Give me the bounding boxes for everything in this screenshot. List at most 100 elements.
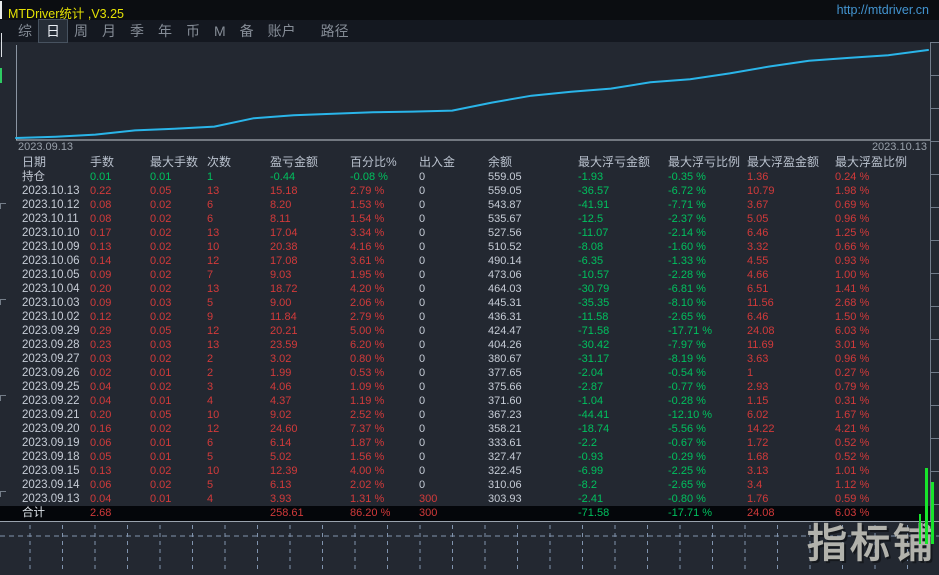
- menu-item-2[interactable]: 周: [67, 20, 95, 42]
- row-cell: 18.72: [270, 283, 298, 295]
- table-row[interactable]: 2023.10.04 0.20 0.02 13 18.72 4.20 % 0 464.03 -3…: [0, 282, 930, 296]
- title-bar: MTDriver统计 ,V3.25 http://mtdriver.cn: [0, 0, 939, 21]
- row-cell: -18.74: [578, 423, 610, 435]
- row-cell: -7.71 %: [668, 199, 706, 211]
- row-cell: -2.25 %: [668, 465, 706, 477]
- left-edge-tick: [0, 203, 6, 209]
- menu-item-3[interactable]: 月: [95, 20, 123, 42]
- position-row[interactable]: 持仓 0.01 0.01 1 -0.44 -0.08 % 0 559.05 -1.93 -0.35…: [0, 170, 930, 184]
- menu-item-6[interactable]: 币: [179, 20, 207, 42]
- row-date: 2023.09.14: [22, 479, 80, 491]
- table-row[interactable]: 2023.10.03 0.09 0.03 5 9.00 2.06 % 0 445.31 -35.…: [0, 296, 930, 310]
- row-cell: 6.02: [747, 409, 769, 421]
- table-row[interactable]: 2023.09.20 0.16 0.02 12 24.60 7.37 % 0 358.21 -1…: [0, 422, 930, 436]
- table-row[interactable]: 2023.10.02 0.12 0.02 9 11.84 2.79 % 0 436.31 -11…: [0, 310, 930, 324]
- row-cell: 0.02: [150, 479, 172, 491]
- table-row[interactable]: 2023.10.10 0.17 0.02 13 17.04 3.34 % 0 527.56 -1…: [0, 226, 930, 240]
- row-cell: 0.08: [90, 213, 112, 225]
- row-cell: 6.51: [747, 283, 769, 295]
- row-cell: 2.02 %: [350, 479, 385, 491]
- row-cell: 4.00 %: [350, 465, 385, 477]
- row-cell: -30.42: [578, 339, 610, 351]
- row-cell: 0.02: [150, 227, 172, 239]
- column-header-4[interactable]: 盈亏金额: [270, 155, 350, 170]
- row-cell: -2.28 %: [668, 269, 706, 281]
- column-header-0[interactable]: 日期: [22, 155, 90, 170]
- right-scale-rail[interactable]: [930, 42, 939, 521]
- row-cell: 9.02: [270, 409, 292, 421]
- menu-item-5[interactable]: 年: [151, 20, 179, 42]
- table-row[interactable]: 2023.10.13 0.22 0.05 13 15.18 2.79 % 0 559.05 -3…: [0, 184, 930, 198]
- menu-item-4[interactable]: 季: [123, 20, 151, 42]
- table-row[interactable]: 2023.09.22 0.04 0.01 4 4.37 1.19 % 0 371.60 -1.0…: [0, 394, 930, 408]
- row-cell: 17.08: [270, 255, 298, 267]
- row-cell: -8.10 %: [668, 297, 706, 309]
- column-header-9[interactable]: 最大浮亏比例: [668, 155, 747, 170]
- menu-item-7[interactable]: M: [207, 22, 233, 40]
- row-cell: -12.10 %: [668, 409, 713, 421]
- column-header-10[interactable]: 最大浮盈金额: [747, 155, 835, 170]
- table-row[interactable]: 2023.09.14 0.06 0.02 5 6.13 2.02 % 0 310.06 -8.2…: [0, 478, 930, 492]
- summary-row[interactable]: 合计 2.68 258.61 86.20 % 300 -71.58 -17.71 % 24.0…: [0, 506, 930, 521]
- column-header-6[interactable]: 出入金: [419, 155, 488, 170]
- row-date: 2023.10.13: [22, 185, 80, 197]
- table-row[interactable]: 2023.09.27 0.03 0.02 2 3.02 0.80 % 0 380.67 -31.…: [0, 352, 930, 366]
- row-cell: 327.47: [488, 451, 522, 463]
- row-cell: 404.26: [488, 339, 522, 351]
- column-header-5[interactable]: 百分比%: [350, 155, 419, 170]
- table-row[interactable]: 2023.10.06 0.14 0.02 12 17.08 3.61 % 0 490.14 -6…: [0, 254, 930, 268]
- row-date: 2023.09.20: [22, 423, 80, 435]
- table-row[interactable]: 2023.09.21 0.20 0.05 10 9.02 2.52 % 0 367.23 -44…: [0, 408, 930, 422]
- row-cell: -6.99: [578, 465, 604, 477]
- column-header-8[interactable]: 最大浮亏金额: [578, 155, 668, 170]
- table-row[interactable]: 2023.10.09 0.13 0.02 10 20.38 4.16 % 0 510.52 -8…: [0, 240, 930, 254]
- row-cell: 0: [419, 227, 426, 239]
- table-row[interactable]: 2023.09.19 0.06 0.01 6 6.14 1.87 % 0 333.61 -2.2…: [0, 436, 930, 450]
- row-cell: -17.71 %: [668, 325, 713, 337]
- menu-item-0[interactable]: 综: [11, 20, 39, 42]
- table-row[interactable]: 2023.10.05 0.09 0.02 7 9.03 1.95 % 0 473.06 -10.…: [0, 268, 930, 282]
- column-header-3[interactable]: 次数: [207, 155, 270, 170]
- column-header-2[interactable]: 最大手数: [150, 155, 207, 170]
- menu-item-8[interactable]: 备: [233, 20, 261, 42]
- row-cell: -35.35: [578, 297, 610, 309]
- row-cell: 10: [207, 241, 220, 253]
- row-cell: 0.03: [90, 353, 112, 365]
- menu-item-9[interactable]: 账户: [261, 20, 303, 42]
- row-date: 2023.09.25: [22, 381, 80, 393]
- table-row[interactable]: 2023.09.28 0.23 0.03 13 23.59 6.20 % 0 404.26 -3…: [0, 338, 930, 352]
- row-cell: 0.27 %: [835, 367, 870, 379]
- menu-item-path[interactable]: 路径: [321, 21, 349, 41]
- table-row[interactable]: 2023.09.18 0.05 0.01 5 5.02 1.56 % 0 327.47 -0.9…: [0, 450, 930, 464]
- equity-chart[interactable]: 2023.09.13 2023.10.13: [0, 42, 939, 155]
- row-date: 2023.10.10: [22, 227, 80, 239]
- row-cell: 10: [207, 465, 220, 477]
- table-row[interactable]: 2023.10.11 0.08 0.02 6 8.11 1.54 % 0 535.67 -12.…: [0, 212, 930, 226]
- row-cell: -0.77 %: [668, 381, 706, 393]
- watermark: 指标铺: [807, 522, 936, 566]
- table-row[interactable]: 2023.09.29 0.29 0.05 12 20.21 5.00 % 0 424.47 -7…: [0, 324, 930, 338]
- row-cell: -0.80 %: [668, 493, 706, 505]
- column-header-1[interactable]: 手数: [90, 155, 150, 170]
- row-cell: -0.35 %: [668, 171, 706, 183]
- left-edge-tick: [0, 491, 6, 497]
- table-row[interactable]: 2023.09.15 0.13 0.02 10 12.39 4.00 % 0 322.45 -6…: [0, 464, 930, 478]
- table-row[interactable]: 2023.09.25 0.04 0.02 3 4.06 1.09 % 0 375.66 -2.8…: [0, 380, 930, 394]
- row-cell: 0.08: [90, 199, 112, 211]
- row-cell: [150, 506, 207, 521]
- row-cell: 9.03: [270, 269, 292, 281]
- table-summary: 合计 2.68 258.61 86.20 % 300 -71.58 -17.71 % 24.0…: [0, 506, 930, 521]
- row-cell: 0.29: [90, 325, 112, 337]
- menu-item-1[interactable]: 日: [38, 19, 68, 43]
- row-cell: 0: [419, 395, 426, 407]
- table-row[interactable]: 2023.09.13 0.04 0.01 4 3.93 1.31 % 300 303.93 -2…: [0, 492, 930, 506]
- row-cell: 0.01: [150, 493, 172, 505]
- column-header-7[interactable]: 余额: [488, 155, 578, 170]
- row-cell: -8.08: [578, 241, 604, 253]
- row-cell: 5.05: [747, 213, 769, 225]
- app-url-link[interactable]: http://mtdriver.cn: [837, 3, 929, 17]
- row-cell: -6.72 %: [668, 185, 706, 197]
- table-row[interactable]: 2023.10.12 0.08 0.02 6 8.20 1.53 % 0 543.87 -41.…: [0, 198, 930, 212]
- column-header-11[interactable]: 最大浮盈比例: [835, 155, 930, 170]
- table-row[interactable]: 2023.09.26 0.02 0.01 2 1.99 0.53 % 0 377.65 -2.0…: [0, 366, 930, 380]
